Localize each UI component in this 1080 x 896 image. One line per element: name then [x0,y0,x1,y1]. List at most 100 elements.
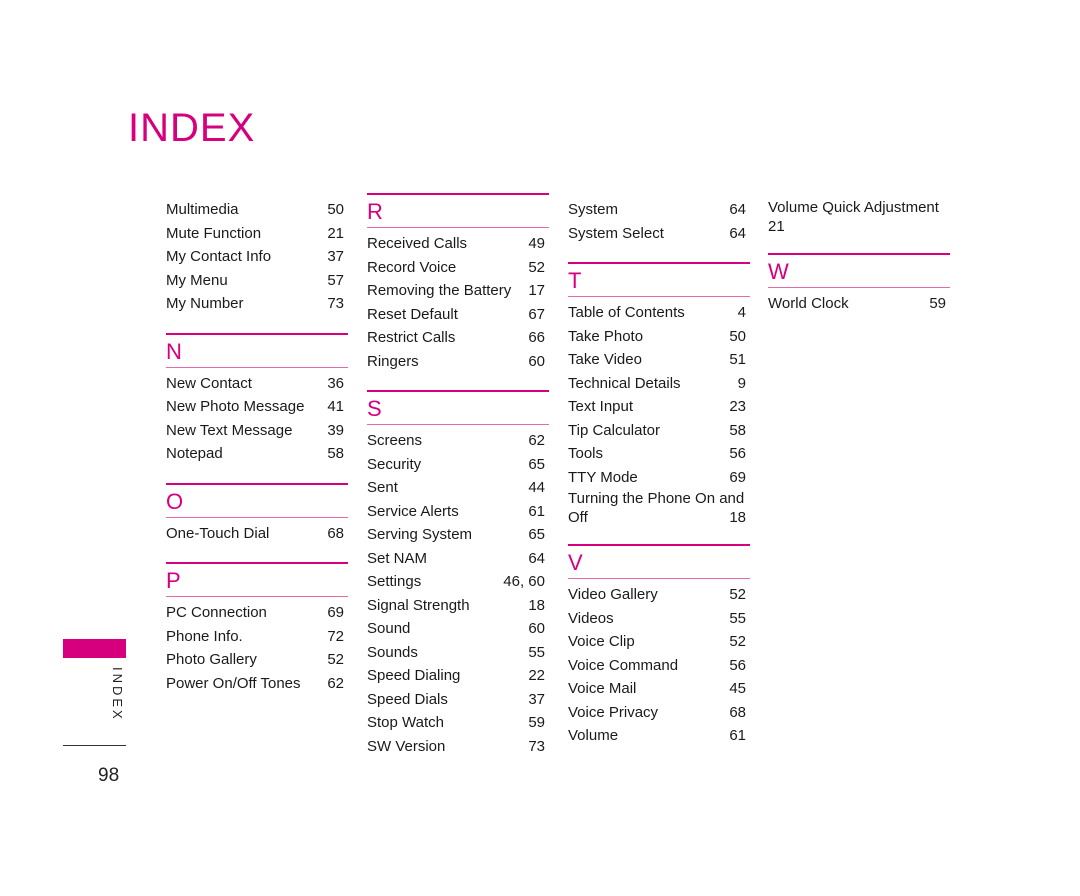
index-entry[interactable]: Stop Watch 59 [367,711,549,735]
index-entry[interactable]: Sound 60 [367,617,549,641]
index-entry[interactable]: SW Version 73 [367,735,549,759]
section-letter: P [166,568,181,593]
section-header-t: T [568,262,750,297]
index-entry[interactable]: World Clock 59 [768,292,950,316]
entry-page: 52 [528,258,545,276]
entry-page: 18 [528,596,545,614]
index-entry[interactable]: PC Connection 69 [166,601,348,625]
entry-page: 73 [528,737,545,755]
entry-name: Photo Gallery [166,651,257,668]
index-entry[interactable]: Speed Dialing 22 [367,664,549,688]
entry-page: 64 [528,549,545,567]
index-entry[interactable]: Record Voice 52 [367,256,549,280]
entry-name: My Menu [166,271,228,289]
entry-page: 22 [528,667,545,684]
index-entry[interactable]: Photo Gallery 52 [166,648,348,672]
entry-page: 55 [729,609,746,627]
index-entry[interactable]: One-Touch Dial 68 [166,522,348,546]
index-entry[interactable]: TTY Mode 69 [568,466,750,490]
index-entry[interactable]: Sent 44 [367,476,549,500]
entry-page: 45 [729,680,746,697]
entry-name: Ringers [367,352,419,370]
index-entry[interactable]: Settings 46, 60 [367,570,549,594]
entry-page: 50 [729,327,746,345]
index-entry[interactable]: Phone Info. 72 [166,625,348,649]
entry-name: Sound [367,620,411,637]
side-section-label: INDEX [110,667,125,722]
entry-page: 59 [528,714,545,731]
entry-name: New Photo Message [166,398,305,415]
index-entry[interactable]: My Menu 57 [166,269,348,293]
entry-name: Voice Privacy [568,703,659,721]
index-entry[interactable]: Technical Details 9 [568,372,750,396]
entry-name: Volume [568,727,619,744]
entry-page: 66 [528,329,545,346]
index-entry[interactable]: Sounds 55 [367,641,549,665]
section-header-o: O [166,482,348,518]
index-column-4: Volume Quick Adjustment 21 W World Clock 59 [768,198,950,316]
index-entry[interactable]: Reset Default 67 [367,303,549,327]
entry-page: 56 [729,656,746,674]
entry-name: SW Version [367,737,446,755]
index-entry[interactable]: Speed Dials 37 [367,688,549,712]
index-entry[interactable]: Voice Mail 45 [568,677,750,701]
index-entry[interactable]: Voice Command 56 [568,654,750,678]
index-entry[interactable]: New Contact 36 [166,372,348,396]
entry-name: Screens [367,432,423,449]
index-entry[interactable]: Mute Function 21 [166,222,348,246]
index-entry[interactable]: My Contact Info 37 [166,245,348,269]
index-entry[interactable]: Turning the Phone On and Off 18 [568,489,750,527]
index-entry[interactable]: Set NAM 64 [367,547,549,571]
entry-page: 61 [729,727,746,744]
index-entry[interactable]: Notepad 58 [166,442,348,466]
index-entry[interactable]: Voice Clip 52 [568,630,750,654]
index-entry[interactable]: Serving System 65 [367,523,549,547]
entry-page: 18 [729,509,746,526]
index-entry[interactable]: Video Gallery 52 [568,583,750,607]
entry-page: 49 [528,235,545,252]
index-entry[interactable]: Table of Contents 4 [568,301,750,325]
index-entry[interactable]: Security 65 [367,453,549,477]
section-header-v: V [568,544,750,579]
index-entry[interactable]: New Text Message 39 [166,419,348,443]
entry-page: 21 [327,224,344,242]
section-letter: N [166,338,182,364]
index-entry[interactable]: Restrict Calls 66 [367,326,549,350]
index-entry[interactable]: Volume Quick Adjustment 21 [768,198,950,236]
entry-name: Removing the Battery [367,282,512,299]
index-entry[interactable]: Tools 56 [568,442,750,466]
entry-name: Set NAM [367,549,428,567]
index-entry[interactable]: Text Input 23 [568,395,750,419]
index-entry[interactable]: Take Video 51 [568,348,750,372]
index-entry[interactable]: My Number 73 [166,292,348,316]
entry-page: 72 [327,627,344,645]
section-header-w: W [768,253,950,288]
entry-page: 41 [327,398,344,415]
index-entry[interactable]: Power On/Off Tones 62 [166,672,348,696]
index-entry[interactable]: New Photo Message 41 [166,395,348,419]
index-entry[interactable]: Take Photo 50 [568,325,750,349]
entry-name: Voice Mail [568,680,637,697]
entry-page: 37 [528,690,545,708]
section-header-s: S [367,390,549,425]
index-entry[interactable]: Service Alerts 61 [367,500,549,524]
index-entry[interactable]: Volume 61 [568,724,750,748]
entry-page: 51 [729,351,746,368]
index-entry[interactable]: Ringers 60 [367,350,549,374]
index-entry[interactable]: Voice Privacy 68 [568,701,750,725]
entry-page: 52 [729,586,746,603]
entry-name: My Contact Info [166,248,272,265]
index-entry[interactable]: Screens 62 [367,429,549,453]
entry-page: 61 [528,502,545,520]
entry-name: Voice Command [568,656,679,674]
index-entry[interactable]: System Select 64 [568,222,750,246]
index-entry[interactable]: Tip Calculator 58 [568,419,750,443]
index-entry[interactable]: System 64 [568,198,750,222]
index-entry[interactable]: Received Calls 49 [367,232,549,256]
index-entry[interactable]: Signal Strength 18 [367,594,549,618]
index-entry[interactable]: Multimedia 50 [166,198,348,222]
entry-page: 64 [729,224,746,242]
index-entry[interactable]: Removing the Battery 17 [367,279,549,303]
index-entry[interactable]: Videos 55 [568,607,750,631]
entry-name: Video Gallery [568,586,658,603]
